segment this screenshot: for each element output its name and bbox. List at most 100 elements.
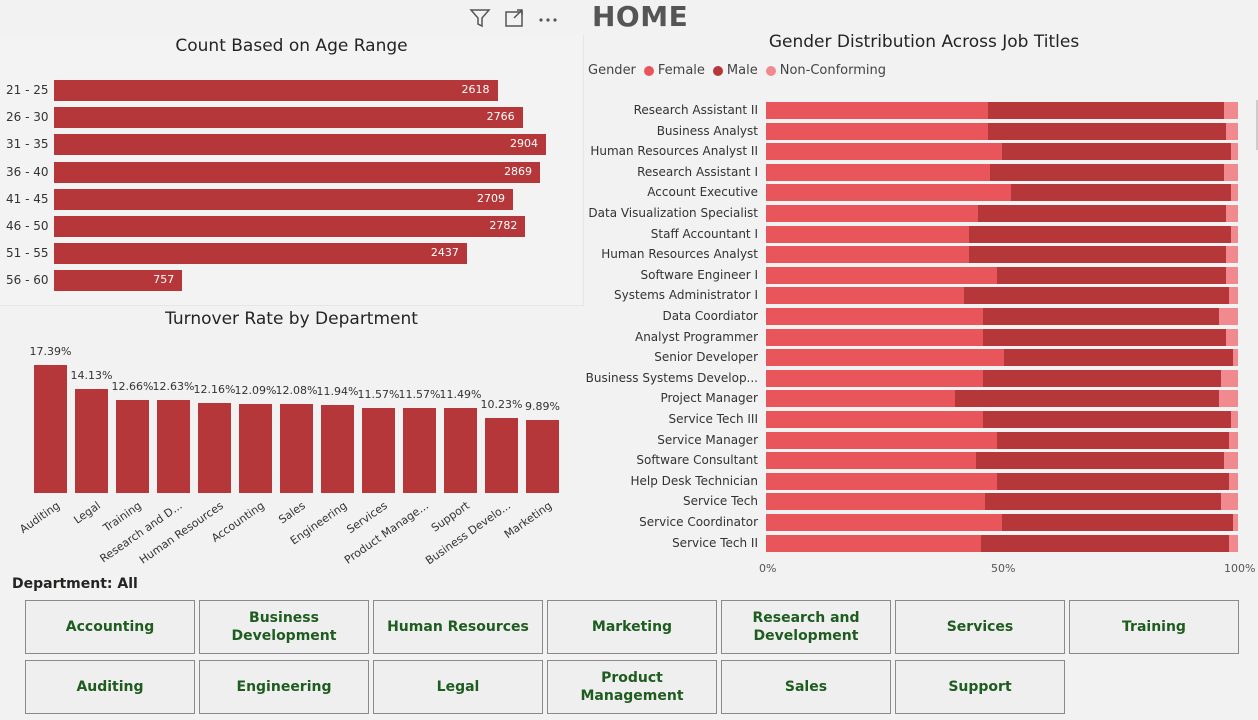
turnover-bar[interactable] — [485, 417, 518, 493]
age-bar-row[interactable]: 21 - 25 2618 — [0, 80, 583, 102]
gender-segment-female[interactable] — [766, 431, 998, 449]
gender-stacked-bar[interactable] — [766, 534, 1238, 552]
age-bar-row[interactable]: 36 - 40 2869 — [0, 161, 583, 184]
gender-segment-female[interactable] — [766, 102, 988, 119]
slicer-button[interactable]: Training — [1069, 600, 1239, 654]
age-bar[interactable]: 757 — [54, 270, 183, 292]
age-bar-row[interactable]: 26 - 30 2766 — [0, 107, 583, 129]
turnover-bar[interactable] — [116, 399, 149, 493]
turnover-bar[interactable] — [157, 400, 190, 493]
gender-stacked-bar[interactable] — [766, 411, 1238, 428]
slicer-button[interactable]: Product Management — [547, 660, 717, 714]
gender-segment-male[interactable] — [983, 411, 1231, 428]
gender-segment-male[interactable] — [983, 308, 1220, 325]
slicer-button[interactable]: Auditing — [25, 660, 195, 714]
gender-segment-non-conforming[interactable] — [1233, 514, 1238, 531]
turnover-bar[interactable] — [75, 388, 108, 493]
gender-segment-female[interactable] — [766, 143, 1002, 161]
slicer-button[interactable]: Business Development — [199, 600, 369, 654]
gender-stacked-bar[interactable] — [766, 163, 1238, 181]
gender-segment-non-conforming[interactable] — [1233, 349, 1238, 367]
gender-segment-female[interactable] — [766, 308, 984, 325]
gender-stacked-bar[interactable] — [766, 205, 1238, 222]
gender-segment-non-conforming[interactable] — [1223, 452, 1238, 470]
gender-segment-non-conforming[interactable] — [1223, 163, 1238, 181]
legend-item-male[interactable]: Male — [727, 63, 758, 78]
turnover-bar[interactable] — [239, 404, 272, 493]
gender-segment-female[interactable] — [766, 287, 965, 305]
filter-icon[interactable] — [466, 4, 494, 32]
turnover-bar[interactable] — [444, 408, 477, 493]
gender-segment-male[interactable] — [980, 534, 1229, 552]
gender-segment-male[interactable] — [954, 390, 1220, 408]
gender-stacked-bar[interactable] — [766, 102, 1238, 119]
legend-item-non-conforming[interactable]: Non-Conforming — [780, 63, 886, 78]
gender-segment-female[interactable] — [766, 163, 991, 181]
gender-segment-non-conforming[interactable] — [1230, 225, 1238, 243]
age-bar-row[interactable]: 51 - 55 2437 — [0, 243, 583, 265]
turnover-bar[interactable] — [34, 365, 67, 493]
gender-segment-non-conforming[interactable] — [1230, 184, 1238, 202]
turnover-bar[interactable] — [526, 420, 559, 493]
slicer-button[interactable]: Engineering — [199, 660, 369, 714]
age-bar[interactable]: 2869 — [54, 161, 541, 183]
gender-segment-female[interactable] — [766, 493, 986, 511]
age-bar[interactable]: 2709 — [54, 188, 513, 210]
gender-segment-male[interactable] — [985, 493, 1222, 511]
age-bar-row[interactable]: 41 - 45 2709 — [0, 188, 583, 211]
gender-segment-male[interactable] — [978, 205, 1227, 222]
gender-segment-female[interactable] — [766, 225, 969, 243]
gender-segment-male[interactable] — [997, 431, 1229, 449]
gender-stacked-bar[interactable] — [766, 225, 1238, 243]
gender-stacked-bar[interactable] — [766, 308, 1238, 325]
gender-segment-female[interactable] — [766, 349, 1005, 367]
slicer-button[interactable]: Legal — [373, 660, 543, 714]
gender-segment-male[interactable] — [987, 122, 1227, 140]
gender-segment-non-conforming[interactable] — [1226, 246, 1238, 264]
gender-segment-non-conforming[interactable] — [1230, 411, 1238, 428]
gender-segment-male[interactable] — [968, 246, 1227, 264]
slicer-button[interactable]: Sales — [721, 660, 891, 714]
age-bar-row[interactable]: 46 - 50 2782 — [0, 216, 583, 238]
gender-segment-male[interactable] — [976, 452, 1224, 470]
gender-stacked-bar[interactable] — [766, 452, 1238, 470]
gender-segment-non-conforming[interactable] — [1228, 431, 1238, 449]
gender-segment-male[interactable] — [968, 225, 1231, 243]
gender-segment-male[interactable] — [1004, 349, 1234, 367]
gender-segment-female[interactable] — [766, 534, 981, 552]
gender-segment-non-conforming[interactable] — [1219, 308, 1238, 325]
gender-stacked-bar[interactable] — [766, 514, 1238, 531]
gender-segment-female[interactable] — [766, 390, 955, 408]
gender-segment-male[interactable] — [990, 163, 1224, 181]
gender-segment-female[interactable] — [766, 328, 984, 346]
turnover-bar[interactable] — [321, 405, 354, 493]
gender-segment-non-conforming[interactable] — [1221, 493, 1238, 511]
turnover-bar[interactable] — [403, 407, 436, 493]
age-bar-row[interactable]: 56 - 60 757 — [0, 270, 583, 292]
gender-stacked-bar[interactable] — [766, 369, 1238, 387]
gender-segment-non-conforming[interactable] — [1230, 143, 1238, 161]
gender-stacked-bar[interactable] — [766, 266, 1238, 284]
gender-stacked-bar[interactable] — [766, 184, 1238, 202]
gender-segment-male[interactable] — [964, 287, 1229, 305]
slicer-button[interactable]: Research and Development — [721, 600, 891, 654]
gender-segment-male[interactable] — [997, 472, 1229, 490]
turnover-bar[interactable] — [362, 407, 395, 493]
gender-segment-male[interactable] — [983, 369, 1222, 387]
gender-stacked-bar[interactable] — [766, 472, 1238, 490]
slicer-button[interactable]: Accounting — [25, 600, 195, 654]
gender-segment-non-conforming[interactable] — [1226, 328, 1238, 346]
gender-segment-male[interactable] — [1002, 143, 1231, 161]
gender-segment-non-conforming[interactable] — [1228, 472, 1238, 490]
gender-segment-female[interactable] — [766, 266, 998, 284]
gender-segment-non-conforming[interactable] — [1219, 390, 1238, 408]
gender-stacked-bar[interactable] — [766, 122, 1238, 140]
gender-stacked-bar[interactable] — [766, 287, 1238, 305]
age-bar-row[interactable]: 31 - 35 2904 — [0, 134, 583, 156]
gender-segment-female[interactable] — [766, 411, 984, 428]
age-bar[interactable]: 2904 — [54, 134, 546, 156]
turnover-bar[interactable] — [198, 403, 231, 493]
gender-segment-non-conforming[interactable] — [1226, 266, 1238, 284]
slicer-button[interactable]: Services — [895, 600, 1065, 654]
slicer-button[interactable]: Support — [895, 660, 1065, 714]
